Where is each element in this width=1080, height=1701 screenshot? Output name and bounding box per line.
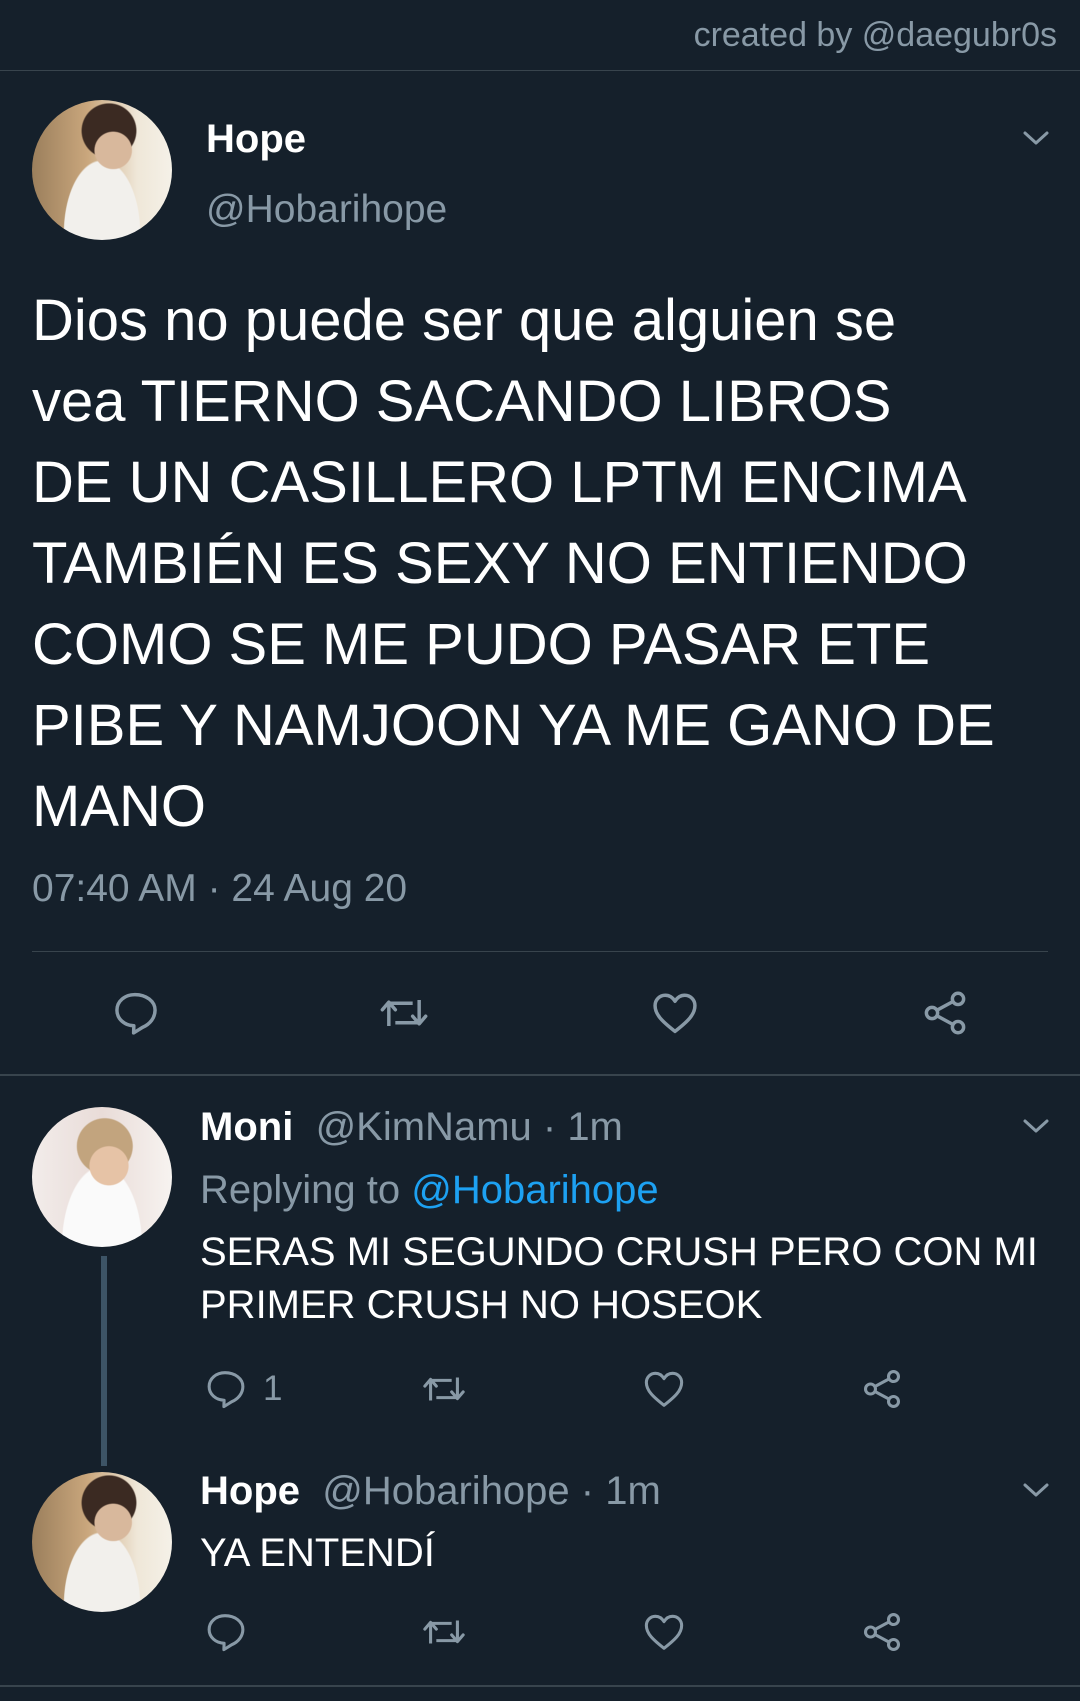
author-handle[interactable]: @KimNamu [304, 1105, 532, 1149]
retweet-button[interactable] [373, 987, 435, 1039]
divider [0, 1685, 1080, 1687]
credit-watermark: created by @daegubr0s [693, 16, 1057, 54]
like-button[interactable] [648, 987, 702, 1039]
thread-line [101, 1256, 107, 1466]
chevron-down-icon[interactable] [1022, 1116, 1050, 1136]
tweet-timestamp: 07:40 AM · 24 Aug 20 [32, 867, 408, 910]
retweet-button[interactable] [418, 1609, 470, 1655]
author-name[interactable]: Hope [206, 117, 306, 162]
reply-button[interactable] [203, 1609, 249, 1655]
retweet-arrows-icon [373, 987, 435, 1039]
reply-header: Moni @KimNamu · 1m [200, 1105, 623, 1150]
chevron-down-icon[interactable] [1022, 1480, 1050, 1500]
reply-count: 1 [263, 1369, 283, 1408]
replying-to-line: Replying to @Hobarihope [200, 1168, 659, 1213]
reply-header: Hope @Hobarihope · 1m [200, 1469, 661, 1514]
retweet-button[interactable] [418, 1366, 470, 1412]
like-button[interactable] [641, 1366, 687, 1412]
speech-bubble-icon [203, 1609, 249, 1655]
author-name[interactable]: Moni [200, 1105, 293, 1149]
reply-text: SERAS MI SEGUNDO CRUSH PERO CON MI PRIME… [200, 1230, 1038, 1327]
top-divider [0, 70, 1080, 71]
retweet-arrows-icon [418, 1609, 470, 1655]
reply-text: YA ENTENDÍ [200, 1531, 435, 1575]
like-button[interactable] [641, 1609, 687, 1655]
heart-icon [641, 1366, 687, 1412]
reply-time: · 1m [531, 1105, 623, 1149]
heart-icon [641, 1609, 687, 1655]
author-handle[interactable]: @Hobarihope [206, 188, 447, 232]
reply-button[interactable] [110, 987, 162, 1039]
replying-prefix: Replying to [200, 1168, 412, 1212]
share-button[interactable] [859, 1366, 905, 1412]
share-button[interactable] [859, 1609, 905, 1655]
avatar[interactable] [32, 1472, 172, 1612]
speech-bubble-icon [110, 987, 162, 1039]
heart-icon [648, 987, 702, 1039]
chevron-down-icon[interactable] [1022, 128, 1050, 148]
divider [32, 951, 1048, 952]
author-handle[interactable]: @Hobarihope [311, 1469, 569, 1513]
share-nodes-icon [918, 987, 972, 1039]
avatar[interactable] [32, 100, 172, 240]
retweet-arrows-icon [418, 1366, 470, 1412]
divider [0, 1074, 1080, 1076]
author-name[interactable]: Hope [200, 1469, 300, 1513]
share-nodes-icon [859, 1366, 905, 1412]
share-nodes-icon [859, 1609, 905, 1655]
share-button[interactable] [918, 987, 972, 1039]
tweet-text: Dios no puede ser que alguien se vea TIE… [32, 288, 995, 839]
reply-button[interactable]: 1 [203, 1366, 282, 1412]
speech-bubble-icon [203, 1366, 249, 1412]
avatar[interactable] [32, 1107, 172, 1247]
mention-link[interactable]: @Hobarihope [411, 1168, 658, 1212]
reply-time: · 1m [569, 1469, 661, 1513]
